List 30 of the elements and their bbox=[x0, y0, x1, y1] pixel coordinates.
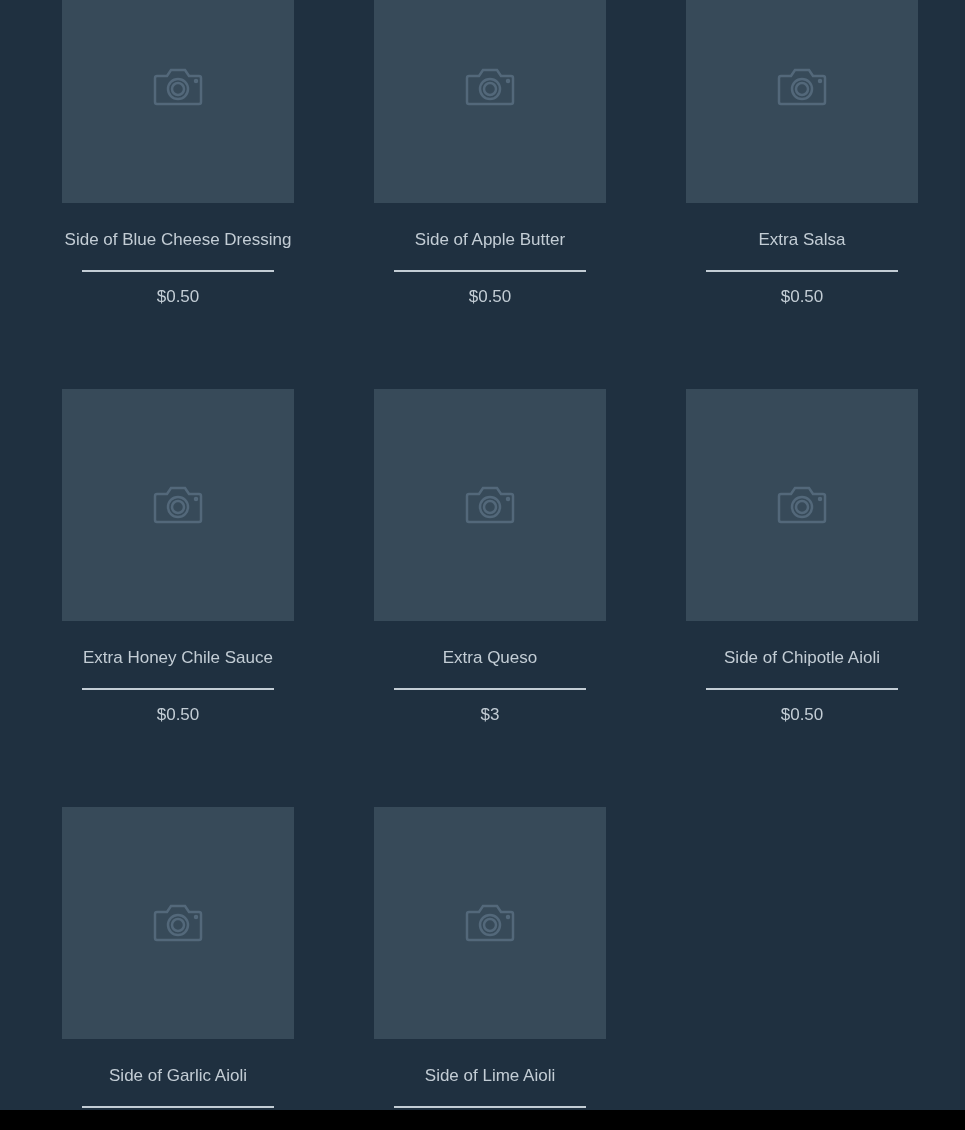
product-image-placeholder[interactable] bbox=[686, 389, 918, 621]
product-image-placeholder[interactable] bbox=[374, 0, 606, 203]
product-price: $0.50 bbox=[780, 705, 824, 725]
product-image-placeholder[interactable] bbox=[374, 807, 606, 1039]
camera-icon bbox=[153, 66, 203, 108]
product-name[interactable]: Side of Apple Butter bbox=[414, 230, 566, 250]
camera-icon bbox=[777, 484, 827, 526]
camera-icon bbox=[465, 902, 515, 944]
product-name[interactable]: Extra Salsa bbox=[758, 230, 846, 250]
product-name[interactable]: Side of Garlic Aioli bbox=[109, 1066, 247, 1086]
product-image-placeholder[interactable] bbox=[62, 807, 294, 1039]
product-image-placeholder[interactable] bbox=[62, 389, 294, 621]
camera-icon bbox=[153, 484, 203, 526]
product-price: $0.50 bbox=[468, 287, 512, 307]
camera-icon bbox=[153, 902, 203, 944]
product-image-placeholder[interactable] bbox=[686, 0, 918, 203]
product-name[interactable]: Side of Lime Aioli bbox=[424, 1066, 556, 1086]
camera-icon bbox=[465, 484, 515, 526]
product-name[interactable]: Side of Chipotle Aioli bbox=[724, 648, 880, 668]
product-image-placeholder[interactable] bbox=[62, 0, 294, 203]
product-price: $0.50 bbox=[156, 287, 200, 307]
product-price: $3 bbox=[480, 705, 500, 725]
camera-icon bbox=[465, 66, 515, 108]
camera-icon bbox=[777, 66, 827, 108]
product-image-placeholder[interactable] bbox=[374, 389, 606, 621]
product-name[interactable]: Extra Queso bbox=[442, 648, 538, 668]
product-name[interactable]: Extra Honey Chile Sauce bbox=[83, 648, 273, 668]
product-name[interactable]: Side of Blue Cheese Dressing bbox=[64, 230, 292, 250]
product-price: $0.50 bbox=[156, 705, 200, 725]
product-price: $0.50 bbox=[780, 287, 824, 307]
